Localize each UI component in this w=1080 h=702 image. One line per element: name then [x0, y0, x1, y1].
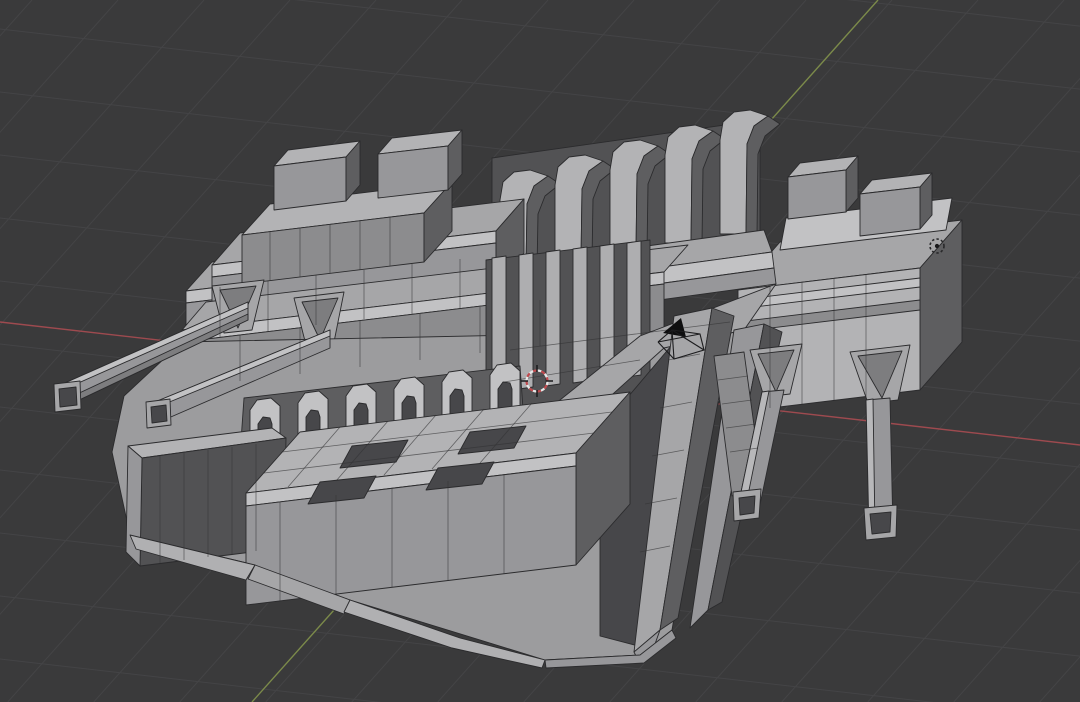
viewport-canvas: [0, 0, 1080, 702]
blender-3d-viewport[interactable]: [0, 0, 1080, 702]
mesh-face: [273, 156, 347, 211]
mesh-face: [518, 252, 534, 390]
mesh-face: [738, 495, 756, 516]
mesh-face: [58, 386, 78, 408]
mesh-face: [787, 169, 847, 220]
mesh-face: [377, 145, 449, 199]
mesh-face: [545, 249, 561, 387]
mesh-face: [150, 404, 168, 424]
mesh-face: [859, 186, 921, 237]
mesh-face: [869, 511, 892, 535]
mesh-face: [572, 246, 588, 384]
